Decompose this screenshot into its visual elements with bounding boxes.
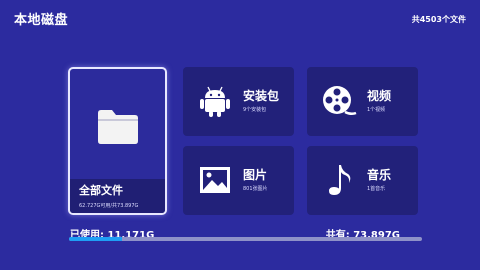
all-files-capacity: 62.727G可用/共73.897G bbox=[79, 203, 139, 209]
music-count: 1首音乐 bbox=[367, 186, 386, 192]
file-count: 共4503个文件 bbox=[411, 15, 466, 24]
pictures-count: 801张图片 bbox=[243, 186, 268, 192]
all-files-tile[interactable]: 全部文件 62.727G可用/共73.897G bbox=[68, 67, 167, 215]
storage-progress-fill bbox=[69, 237, 123, 241]
video-tile[interactable]: 视频 1个视频 bbox=[307, 67, 418, 136]
storage-progress-bar bbox=[69, 237, 422, 241]
android-icon bbox=[200, 86, 230, 117]
folder-icon bbox=[98, 110, 138, 144]
all-files-label: 全部文件 bbox=[79, 184, 123, 197]
pictures-tile[interactable]: 图片 801张图片 bbox=[183, 146, 294, 215]
page-title: 本地磁盘 bbox=[14, 13, 69, 28]
music-label: 音乐 bbox=[367, 168, 392, 182]
film-reel-icon bbox=[323, 86, 357, 116]
pictures-label: 图片 bbox=[243, 168, 268, 182]
apk-tile[interactable]: 安装包 9个安装包 bbox=[183, 67, 294, 136]
video-label: 视频 bbox=[367, 89, 392, 103]
video-count: 1个视频 bbox=[367, 107, 386, 113]
music-tile[interactable]: 音乐 1首音乐 bbox=[307, 146, 418, 215]
apk-label: 安装包 bbox=[243, 89, 280, 103]
image-icon bbox=[200, 167, 230, 193]
apk-count: 9个安装包 bbox=[243, 107, 267, 113]
disk-browser-screen: 本地磁盘 共4503个文件 全部文件 62.727G可用/共73.897G 安装… bbox=[0, 0, 480, 270]
music-note-icon bbox=[329, 165, 351, 195]
